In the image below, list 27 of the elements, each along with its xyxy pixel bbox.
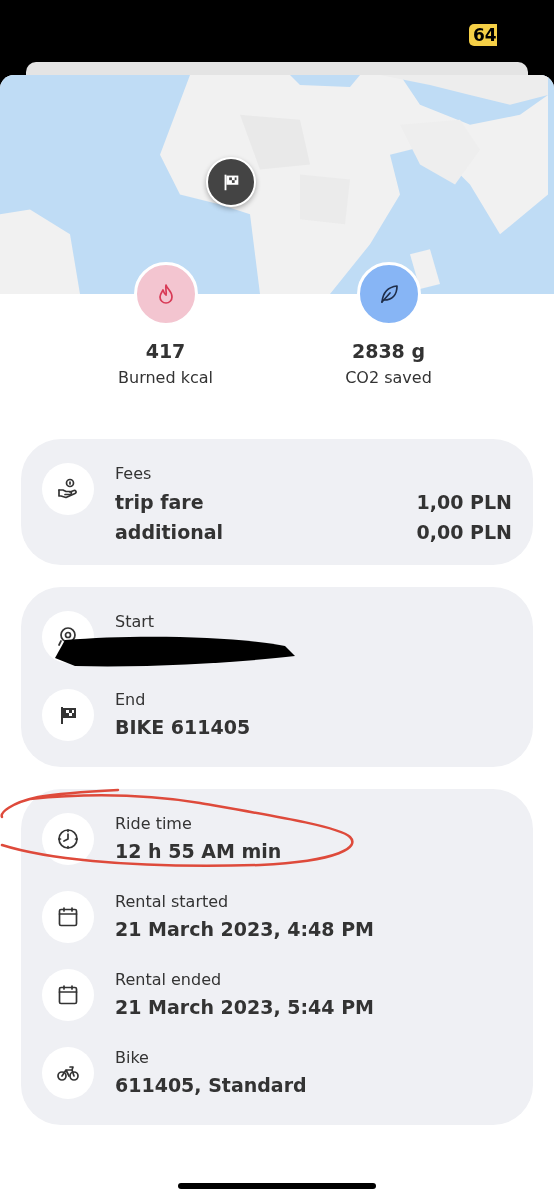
row-label: Rental started [115,892,230,911]
fee-name: trip fare [115,491,204,513]
row-label: Start [115,612,156,631]
row-value: BIKE 611405 [115,716,252,738]
row-label: Rental ended [115,970,223,989]
battery-level: 64 [469,24,497,46]
stat-value: 2838 g [351,340,426,362]
checkered-flag-icon [42,689,94,741]
fee-amount: 1,00 PLN [416,491,512,513]
coin-hand-icon [42,463,94,515]
row-label: Ride time [115,814,193,833]
row-label: End [115,690,147,709]
clock-icon [42,813,94,865]
stat-value: 417 [145,340,186,362]
calendar-icon [42,969,94,1021]
bicycle-icon [42,1047,94,1099]
row-value: 611405, Standard [115,1074,308,1096]
fee-amount: 0,00 PLN [416,521,512,543]
stat-label: CO2 saved [345,368,432,387]
row-value: 21 March 2023, 4:48 PM [115,918,375,940]
row-value: 12 h 55 AM min [115,840,283,862]
row-label: Bike [115,1048,150,1067]
row-value: 21 March 2023, 5:44 PM [115,996,375,1018]
calendar-icon [42,891,94,943]
fee-name: additional [115,521,224,543]
stat-label: Burned kcal [118,368,213,387]
row-label: Fees [115,464,153,483]
